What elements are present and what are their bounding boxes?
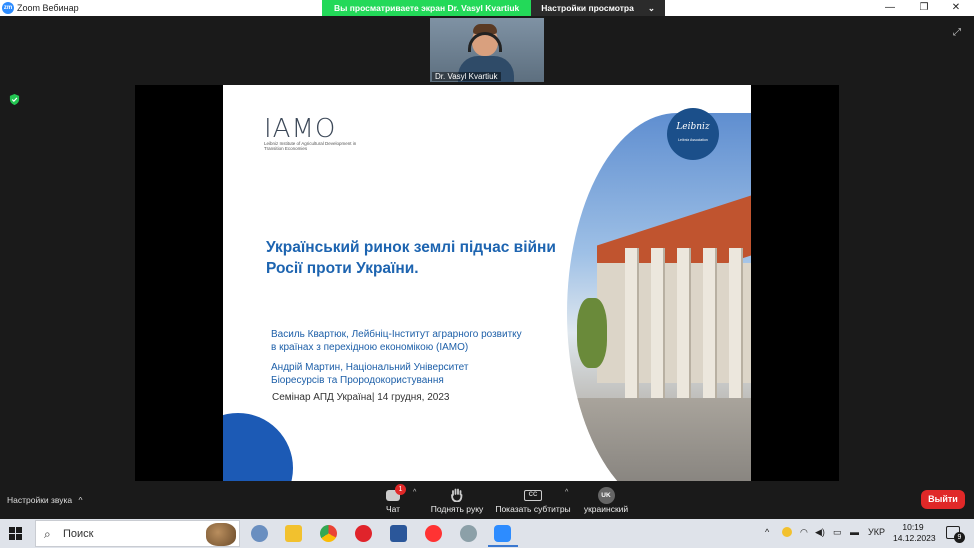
chevron-down-icon: ⌄ [647,3,655,13]
leave-button[interactable]: Выйти [921,490,965,509]
clock-time: 10:19 [902,522,924,532]
zoom-logo-icon: zm [2,2,14,14]
chrome-icon[interactable] [320,525,337,542]
tray-chevron-up-icon[interactable]: ^ [765,527,769,537]
slide-seminar-info: Семінар АПД Україна| 14 грудня, 2023 [272,392,450,403]
sound-settings-button[interactable]: Настройки звука ^ [7,495,83,505]
iamo-logo: IAMO [264,114,337,144]
chat-icon: 1 [386,483,406,501]
file-explorer-icon[interactable] [285,525,302,542]
view-options-label: Настройки просмотра [541,3,634,13]
chat-button[interactable]: 1 Чат [378,483,408,514]
battery-icon[interactable]: ▬ [850,527,859,537]
opera-icon[interactable] [355,525,372,542]
keyboard-language[interactable]: УКР [868,527,885,537]
presentation-slide: IAMO Leibniz Institute of Agricultural D… [223,85,751,481]
window-title: Zoom Вебинар [17,3,79,13]
chevron-up-icon: ^ [78,495,83,505]
viewing-screen-label: Вы просматриваете экран Dr. Vasyl Kvarti… [322,0,532,16]
close-button[interactable]: ✕ [946,1,966,15]
restore-button[interactable]: ❐ [914,1,934,15]
app-icon[interactable] [460,525,477,542]
word-icon[interactable] [390,525,407,542]
shield-icon[interactable] [9,94,20,105]
chat-label: Чат [385,504,401,514]
iamo-logo-subtitle: Leibniz Institute of Agricultural Develo… [264,141,357,151]
volume-icon[interactable]: ◀) [815,527,825,538]
captions-icon: CC [524,489,542,501]
raise-hand-label: Поднять руку [430,504,484,514]
show-captions-button[interactable]: CC Показать субтитры [494,486,572,514]
raise-hand-button[interactable]: Поднять руку [428,486,486,514]
tree [577,298,607,368]
zoom-taskbar-icon[interactable] [494,525,511,542]
minimize-button[interactable]: — [880,1,900,15]
building-photo [567,113,751,481]
system-clock[interactable]: 10:19 14.12.2023 [893,522,936,544]
network-icon[interactable]: ▭ [833,527,842,538]
screen-share-banner: Вы просматриваете экран Dr. Vasyl Kvarti… [322,0,665,16]
language-label: украинский [583,504,629,514]
taskbar-search-input[interactable]: ⌕ Поиск [35,520,240,547]
slide-author-1: Василь Квартюк, Лейбніц-Інститут аграрно… [271,329,522,353]
sound-settings-label: Настройки звука [7,495,73,505]
search-highlight-image [206,523,236,546]
slide-title: Український ринок землі підчас війни Рос… [266,239,556,277]
windows-taskbar: ⌕ Поиск ^ ◠ ◀) ▭ ▬ УКР 10:19 14.12.2023 … [0,519,974,548]
leibniz-logo: Leibniz Leibniz Association [667,108,719,160]
notifications-count: 9 [954,532,965,543]
clock-date: 14.12.2023 [893,533,936,543]
view-options-button[interactable]: Настройки просмотра ⌄ [531,0,665,16]
slide-author-2: Андрій Мартин, Національний Університет … [271,362,469,386]
wifi-icon[interactable]: ◠ [800,527,808,538]
windows-start-icon[interactable] [9,527,22,540]
taskbar-search-placeholder: Поиск [63,528,94,540]
participant-video[interactable]: Dr. Vasyl Kvartiuk [430,18,544,82]
chat-badge: 1 [395,483,406,495]
participant-name: Dr. Vasyl Kvartiuk [432,72,501,81]
search-icon: ⌕ [44,527,51,541]
show-captions-label: Показать субтитры [495,504,571,514]
captions-options-caret-icon[interactable]: ^ [565,489,568,496]
chat-options-caret-icon[interactable]: ^ [413,489,416,496]
tray-app-icon[interactable] [782,527,792,537]
yandex-browser-icon[interactable] [425,525,442,542]
notifications-icon[interactable]: 9 [946,526,965,543]
language-button[interactable]: UK украинский [582,486,630,514]
hand-icon [428,486,486,504]
blue-circle-decoration [223,413,293,481]
language-icon: UK [597,486,615,504]
fullscreen-icon[interactable]: ⤢ [953,27,961,38]
weather-app-icon[interactable] [251,525,268,542]
